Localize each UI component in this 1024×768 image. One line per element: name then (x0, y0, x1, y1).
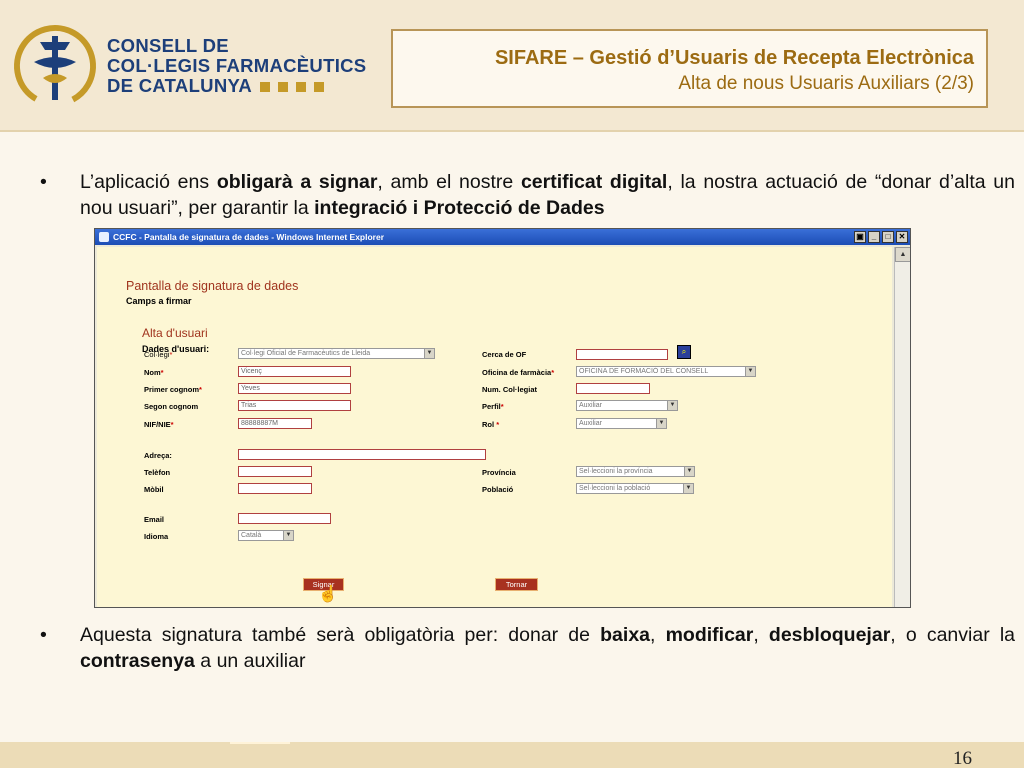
hand-cursor-icon: ☝ (318, 586, 338, 603)
page-subtitle: Camps a firmar (126, 296, 192, 306)
nom-field[interactable]: Vicenç (238, 366, 351, 377)
adreca-label: Adreça: (144, 451, 172, 460)
num-collegiat-label: Num. Col·legiat (482, 385, 538, 394)
footer-divider (230, 742, 290, 744)
primer-cognom-field[interactable]: Yeves (238, 383, 351, 394)
logo-square (260, 82, 271, 93)
page-number: 16 (953, 748, 972, 768)
caduceus-logo-icon (13, 24, 96, 107)
logo-line-1: CONSELL DE (107, 35, 229, 56)
nom-label: Nom* (144, 368, 164, 377)
rol-select[interactable]: Auxiliar ▼ (576, 418, 667, 429)
close-window-button[interactable]: ✕ (896, 231, 908, 243)
chevron-down-icon: ▼ (283, 531, 293, 540)
chevron-down-icon: ▼ (745, 367, 755, 376)
telefon-label: Telèfon (144, 468, 171, 477)
email-field[interactable] (238, 513, 331, 524)
page-title: Pantalla de signatura de dades (126, 279, 299, 293)
oficina-select[interactable]: OFICINA DE FORMACIÓ DEL CONSELL ▼ (576, 366, 756, 377)
poblacio-label: Població (482, 485, 514, 494)
chevron-down-icon: ▼ (683, 484, 693, 493)
maximize-window-button[interactable]: □ (882, 231, 894, 243)
cerca-of-field[interactable] (576, 349, 668, 360)
page-content: Pantalla de signatura de dades Camps a f… (97, 247, 892, 607)
chevron-down-icon: ▼ (684, 467, 694, 476)
search-icon[interactable]: ⌕ (677, 345, 691, 359)
logo-square (314, 82, 325, 93)
perfil-label: Perfil* (482, 402, 504, 411)
slide-header: CONSELL DE COL·LEGIS FARMACÈUTICS DE CAT… (0, 0, 1024, 132)
window-title: CCFC - Pantalla de signatura de dades - … (113, 232, 385, 242)
email-label: Email (144, 515, 165, 524)
ie-icon (99, 232, 109, 242)
provincia-label: Província (482, 468, 516, 477)
chevron-down-icon: ▼ (424, 349, 434, 358)
minimize-window-button[interactable]: _ (868, 231, 880, 243)
slide-subtitle: Alta de nous Usuaris Auxiliars (2/3) (678, 73, 974, 94)
segon-cognom-field[interactable]: Trias (238, 400, 351, 411)
nif-label: NIF/NIE* (144, 420, 174, 429)
logo-square (296, 82, 307, 93)
num-collegiat-field[interactable] (576, 383, 650, 394)
vertical-scrollbar[interactable]: ▲ (894, 247, 910, 607)
scroll-up-icon[interactable]: ▲ (895, 247, 910, 262)
mobil-field[interactable] (238, 483, 312, 494)
perfil-select[interactable]: Auxiliar ▼ (576, 400, 678, 411)
restore-window-button[interactable]: ▣ (854, 231, 866, 243)
chevron-down-icon: ▼ (667, 401, 677, 410)
tornar-button[interactable]: Tornar (495, 578, 538, 591)
section-title: Alta d'usuari (142, 326, 208, 340)
poblacio-select[interactable]: Sel·leccioni la població ▼ (576, 483, 694, 494)
logo-line-3: DE CATALUNYA (107, 75, 253, 96)
segon-cognom-label: Segon cognom (144, 402, 199, 411)
browser-window: CCFC - Pantalla de signatura de dades - … (94, 228, 911, 608)
slide-title-box: SIFARE – Gestió d’Usuaris de Recepta Ele… (391, 29, 988, 108)
bullet-dot: • (40, 624, 47, 646)
rol-label: Rol * (482, 420, 500, 429)
slide-footer (0, 742, 1024, 768)
cerca-of-label: Cerca de OF (482, 350, 527, 359)
chevron-down-icon: ▼ (656, 419, 666, 428)
slide-title: SIFARE – Gestió d’Usuaris de Recepta Ele… (494, 47, 974, 69)
primer-cognom-label: Primer cognom* (144, 385, 202, 394)
bullet-dot: • (40, 171, 47, 193)
bullet-1-text: L’aplicació ens obligarà a signar, amb e… (80, 171, 1015, 219)
nif-field[interactable]: 88888887M (238, 418, 312, 429)
idioma-label: Idioma (144, 532, 169, 541)
idioma-select[interactable]: Català ▼ (238, 530, 294, 541)
collegi-label: Col·legi* (144, 350, 173, 359)
oficina-label: Oficina de farmàcia* (482, 368, 555, 377)
logo-square (278, 82, 289, 93)
collegi-select[interactable]: Col·legi Oficial de Farmacèutics de Llei… (238, 348, 435, 359)
adreca-field[interactable] (238, 449, 486, 460)
provincia-select[interactable]: Sel·leccioni la província ▼ (576, 466, 695, 477)
bullet-2-text: Aquesta signatura també serà obligatòria… (80, 624, 1016, 672)
logo-line-2: COL·LEGIS FARMACÈUTICS (107, 55, 367, 76)
mobil-label: Mòbil (144, 485, 164, 494)
logo-text: CONSELL DE COL·LEGIS FARMACÈUTICS DE CAT… (107, 36, 366, 96)
telefon-field[interactable] (238, 466, 312, 477)
window-titlebar: CCFC - Pantalla de signatura de dades - … (95, 229, 910, 245)
